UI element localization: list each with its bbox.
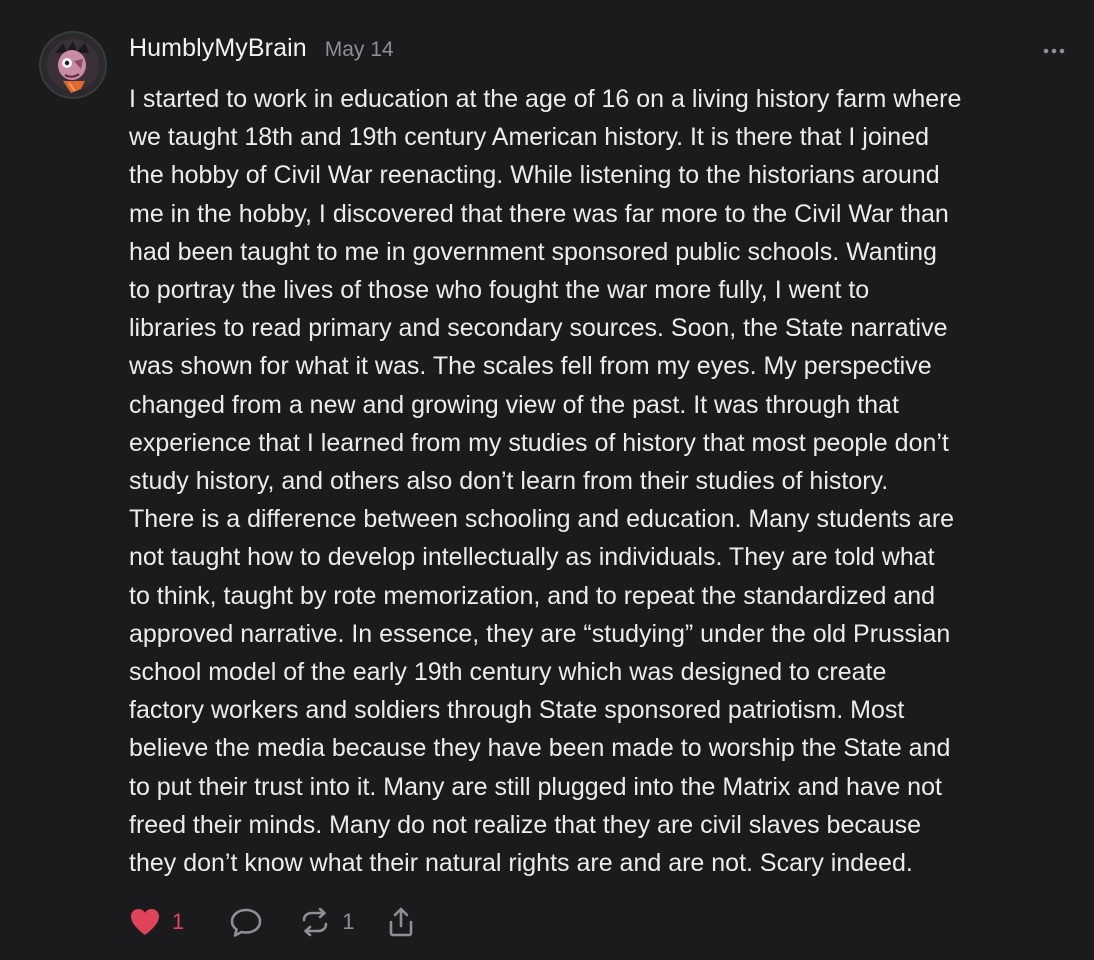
ellipsis-icon: [1043, 48, 1065, 54]
comment-actions: 1 1: [128, 900, 417, 944]
comment-line: changed from a new and growing view of t…: [129, 390, 899, 419]
like-button[interactable]: 1: [128, 906, 184, 938]
comment-header: HumblyMyBrain May 14: [129, 34, 394, 70]
reply-button[interactable]: [228, 905, 264, 939]
comment-line: There is a difference between schooling …: [129, 505, 955, 534]
comment-line: they don’t know what their natural right…: [129, 849, 913, 878]
restack-button[interactable]: 1: [298, 906, 355, 938]
comment-line: to put their trust into it. Many are sti…: [129, 772, 942, 801]
like-count: 1: [172, 909, 185, 934]
comment-line: experience that I learned from my studie…: [129, 428, 949, 457]
restack-icon: [302, 907, 328, 937]
comment-date[interactable]: May 14: [325, 38, 394, 62]
comment-line: we taught 18th and 19th century American…: [129, 123, 929, 152]
comment-line: libraries to read primary and secondary …: [129, 314, 948, 343]
comment-line: had been taught to me in government spon…: [129, 237, 937, 266]
comment-line: school model of the early 19th century w…: [129, 658, 887, 687]
avatar-illustration: [41, 33, 105, 97]
comment-line: to think, taught by rote memorization, a…: [129, 581, 936, 610]
comment-line: freed their minds. Many do not realize t…: [129, 810, 922, 839]
comment-line: factory workers and soldiers through Sta…: [129, 696, 905, 725]
comment-line: me in the hobby, I discovered that there…: [129, 199, 949, 228]
heart-filled-icon: [131, 909, 159, 935]
author-name[interactable]: HumblyMyBrain: [129, 34, 307, 63]
comment-line: to portray the lives of those who fought…: [129, 276, 870, 305]
avatar[interactable]: [41, 33, 105, 97]
comment-line: approved narrative. In essence, they are…: [129, 619, 951, 648]
speech-bubble-icon: [230, 908, 262, 937]
comment-line: the hobby of Civil War reenacting. While…: [129, 161, 940, 190]
comment-line: study history, and others also don’t lea…: [129, 467, 889, 496]
comment-line: I started to work in education at the ag…: [129, 85, 962, 113]
comment-line: not taught how to develop intellectually…: [129, 543, 935, 572]
comment-body: I started to work in education at the ag…: [129, 80, 1079, 882]
share-button[interactable]: [385, 905, 417, 939]
comment: HumblyMyBrain May 14 I started to work i…: [0, 0, 1094, 960]
comment-line: was shown for what it was. The scales fe…: [129, 352, 932, 381]
more-options-button[interactable]: [1036, 38, 1072, 64]
share-icon: [389, 907, 412, 937]
restack-count: 1: [342, 909, 355, 934]
comment-line: believe the media because they have been…: [129, 734, 951, 763]
